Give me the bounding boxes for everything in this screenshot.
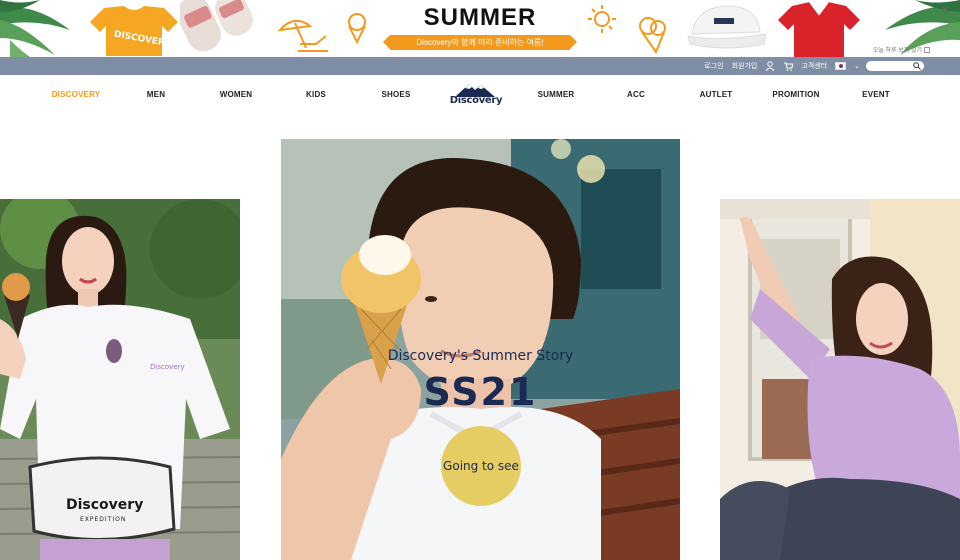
login-link[interactable]: 로그인 bbox=[704, 61, 723, 71]
bag-brand-text: Discovery bbox=[66, 497, 143, 513]
checkbox-box[interactable] bbox=[924, 47, 930, 54]
nav-item-men[interactable]: MEN bbox=[147, 90, 165, 99]
slide-right-image[interactable] bbox=[720, 199, 960, 560]
sun-icon bbox=[588, 5, 616, 33]
nav-item-outlet[interactable]: AUTLET bbox=[700, 90, 733, 99]
today-hide-label: 오늘 하루 보지 않기 bbox=[872, 48, 922, 54]
hero-title: SS21 bbox=[423, 370, 538, 414]
customer-center-link[interactable]: 고객센터 bbox=[801, 61, 827, 71]
nav-item-event[interactable]: EVENT bbox=[862, 90, 890, 99]
search-box[interactable] bbox=[866, 61, 924, 78]
user-icon[interactable] bbox=[765, 61, 775, 71]
hero-copy: Discovery's Summer Story SS21 bbox=[281, 348, 680, 414]
nav-item-kids[interactable]: KIDS bbox=[306, 90, 326, 99]
going-to-see-button[interactable]: Going to see bbox=[441, 426, 521, 506]
cap-image bbox=[687, 5, 767, 49]
korea-flag-icon[interactable] bbox=[835, 62, 847, 70]
shirt-brand-text: Discovery bbox=[150, 363, 185, 371]
slide-left-image[interactable]: Discovery Discovery EXPEDITION bbox=[0, 199, 240, 560]
red-polo-image bbox=[778, 2, 860, 57]
nav-item-discovery[interactable]: DISCOVERY bbox=[52, 90, 101, 99]
cart-icon[interactable] bbox=[783, 61, 794, 71]
ice-cream-cone-icon bbox=[639, 17, 666, 54]
discovery-logo[interactable]: Discovery bbox=[445, 81, 507, 111]
chevron-down-icon[interactable]: ⌄ bbox=[854, 62, 860, 70]
hero-subtitle: Discovery's Summer Story bbox=[387, 348, 574, 364]
nav-item-summer[interactable]: SUMMER bbox=[538, 90, 575, 99]
bag-sub-text: EXPEDITION bbox=[80, 516, 126, 523]
promo-banner[interactable]: DISCOVERY SUMMER Discovery와 함께 미리 준비하는 여… bbox=[0, 0, 960, 57]
main-nav: DISCOVERY MEN WOMEN KIDS SHOES Discovery… bbox=[0, 75, 960, 115]
nav-item-promotion[interactable]: PROMITION bbox=[772, 90, 819, 99]
close-icon[interactable]: ✕ bbox=[941, 3, 950, 16]
today-hide-checkbox[interactable]: 오늘 하루 보지 않기 bbox=[873, 45, 930, 54]
logo-text: Discovery bbox=[449, 95, 503, 106]
nav-item-acc[interactable]: ACC bbox=[627, 90, 645, 99]
utility-bar: 로그인 회원가입 고객센터 ⌄ bbox=[0, 57, 960, 78]
join-link[interactable]: 회원가입 bbox=[732, 61, 758, 71]
nav-item-shoes[interactable]: SHOES bbox=[381, 90, 410, 99]
promo-subtitle: Discovery와 함께 미리 준비하는 여름! bbox=[383, 35, 577, 50]
search-icon[interactable] bbox=[913, 62, 921, 70]
nav-item-women[interactable]: WOMEN bbox=[220, 90, 253, 99]
